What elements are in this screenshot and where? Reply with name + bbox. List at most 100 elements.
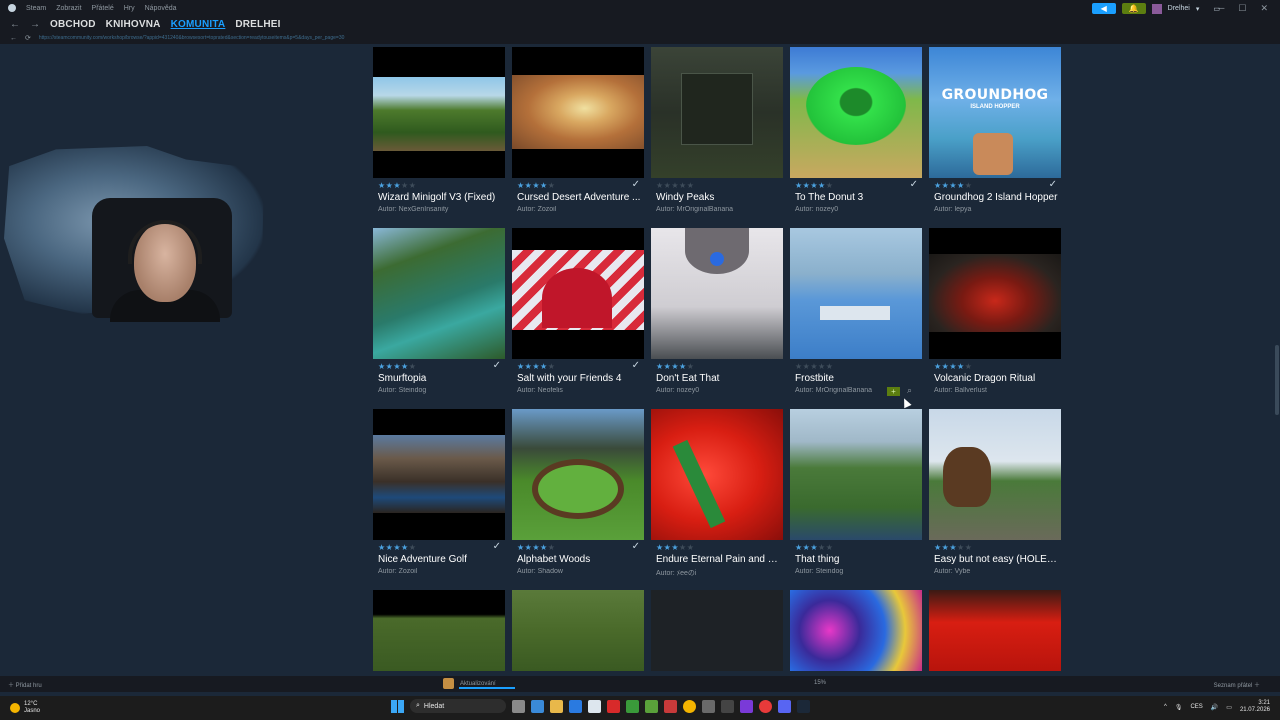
item-title[interactable]: Cursed Desert Adventure ... bbox=[517, 192, 642, 203]
download-status[interactable]: Aktualizování bbox=[443, 678, 515, 689]
item-title[interactable]: Endure Eternal Pain and S... bbox=[656, 554, 781, 565]
item-thumbnail[interactable] bbox=[512, 590, 644, 671]
menu-friends[interactable]: Přátelé bbox=[92, 5, 114, 12]
media-icon[interactable] bbox=[645, 699, 658, 713]
item-thumbnail[interactable] bbox=[651, 590, 783, 671]
file-explorer-icon[interactable] bbox=[550, 699, 563, 713]
menu-steam[interactable]: Steam bbox=[26, 5, 46, 12]
nvidia-icon[interactable] bbox=[626, 699, 639, 713]
item-title[interactable]: Wizard Minigolf V3 (Fixed) bbox=[378, 192, 503, 203]
weather-widget[interactable]: 12°C Jasno bbox=[10, 701, 40, 715]
item-thumbnail[interactable]: GROUNDHOG ISLAND HOPPER bbox=[929, 47, 1061, 178]
windows-start-icon[interactable] bbox=[391, 699, 404, 713]
taskbar-search[interactable]: ⌕ Hledat bbox=[410, 699, 506, 713]
back-icon[interactable]: ← bbox=[10, 35, 17, 42]
item-thumbnail[interactable] bbox=[373, 47, 505, 178]
notification-bell-icon[interactable]: 🔔 bbox=[1121, 3, 1146, 14]
steam-icon[interactable] bbox=[797, 699, 810, 713]
clock-time[interactable]: 3:21 bbox=[1258, 700, 1270, 706]
add-game-button[interactable]: ＋ Přidat hru bbox=[8, 680, 42, 689]
microphone-icon[interactable]: 🎙 bbox=[1175, 704, 1183, 711]
tab-store[interactable]: OBCHOD bbox=[50, 19, 96, 30]
workshop-item[interactable]: ★★★★★ That thing Autor: Steindog bbox=[790, 409, 922, 583]
back-arrow-icon[interactable]: ← bbox=[10, 19, 20, 30]
item-title[interactable]: Don't Eat That bbox=[656, 373, 781, 384]
item-author[interactable]: Autor: Steindog bbox=[378, 387, 503, 394]
item-author[interactable]: Autor: lepya bbox=[934, 206, 1059, 213]
item-title[interactable]: Smurftopia bbox=[378, 373, 503, 384]
workshop-item[interactable]: ★★★★★ Windy Peaks Autor: MrOriginalBanan… bbox=[651, 47, 783, 221]
item-title[interactable]: Salt with your Friends 4 bbox=[517, 373, 642, 384]
url-text[interactable]: https://steamcommunity.com/workshop/brow… bbox=[39, 35, 345, 41]
item-title[interactable]: Nice Adventure Golf bbox=[378, 554, 503, 565]
item-thumbnail[interactable] bbox=[790, 228, 922, 359]
workshop-item[interactable] bbox=[512, 590, 644, 671]
item-thumbnail[interactable] bbox=[651, 409, 783, 540]
task-view-icon[interactable] bbox=[512, 699, 525, 713]
chevron-up-icon[interactable]: ^ bbox=[1164, 704, 1167, 710]
chrome-icon[interactable] bbox=[683, 699, 696, 713]
workshop-item[interactable] bbox=[651, 590, 783, 671]
workshop-item[interactable] bbox=[929, 590, 1061, 671]
workshop-item[interactable]: ★★★★★ Endure Eternal Pain and S... Autor… bbox=[651, 409, 783, 583]
item-thumbnail[interactable] bbox=[373, 590, 505, 671]
maximize-icon[interactable]: ☐ bbox=[1238, 3, 1246, 14]
item-thumbnail[interactable] bbox=[373, 228, 505, 359]
workshop-item[interactable]: ★★★★★ ✓ To The Donut 3 Autor: nozey0 bbox=[790, 47, 922, 221]
item-title[interactable]: Alphabet Woods bbox=[517, 554, 642, 565]
item-title[interactable]: That thing bbox=[795, 554, 920, 565]
workshop-item[interactable]: ★★★★★ ✓ Alphabet Woods Autor: Shadow bbox=[512, 409, 644, 583]
workshop-item[interactable]: ★★★★★ Easy but not easy (HOLE-I... Autor… bbox=[929, 409, 1061, 583]
twitch-icon[interactable] bbox=[740, 699, 753, 713]
item-author[interactable]: Autor: Shadow bbox=[517, 568, 642, 575]
tab-library[interactable]: KNIHOVNA bbox=[106, 19, 161, 30]
item-author[interactable]: Autor: Zozoil bbox=[378, 568, 503, 575]
item-thumbnail[interactable] bbox=[512, 228, 644, 359]
workshop-item[interactable]: ★★★★★ ✓ Nice Adventure Golf Autor: Zozoi… bbox=[373, 409, 505, 583]
workshop-item[interactable]: ★★★★★ Wizard Minigolf V3 (Fixed) Autor: … bbox=[373, 47, 505, 221]
item-author[interactable]: Autor: MrOriginalBanana bbox=[656, 206, 781, 213]
workshop-item[interactable]: ★★★★★ Volcanic Dragon Ritual Autor: Ball… bbox=[929, 228, 1061, 402]
item-thumbnail[interactable] bbox=[929, 228, 1061, 359]
account-username[interactable]: Drelhei bbox=[1168, 5, 1190, 12]
item-thumbnail[interactable] bbox=[790, 47, 922, 178]
item-author[interactable]: Autor: NexGenInsanity bbox=[378, 206, 503, 213]
refresh-icon[interactable]: ⟳ bbox=[25, 34, 31, 42]
edge-icon[interactable] bbox=[569, 699, 582, 713]
item-title[interactable]: To The Donut 3 bbox=[795, 192, 920, 203]
item-author[interactable]: Autor: nozey0 bbox=[795, 206, 920, 213]
item-author[interactable]: Autor: MrOriginalBanana bbox=[795, 387, 920, 394]
item-thumbnail[interactable] bbox=[512, 47, 644, 178]
workshop-item[interactable] bbox=[790, 590, 922, 671]
tab-profile[interactable]: DRELHEI bbox=[235, 19, 280, 30]
download-label[interactable]: Aktualizování bbox=[460, 681, 496, 687]
item-thumbnail[interactable] bbox=[929, 590, 1061, 671]
menu-help[interactable]: Nápověda bbox=[145, 5, 177, 12]
close-icon[interactable]: ✕ bbox=[1260, 3, 1268, 14]
volume-icon[interactable]: 🔊 bbox=[1211, 704, 1218, 711]
item-thumbnail[interactable] bbox=[512, 409, 644, 540]
chevron-down-icon[interactable]: ▾ bbox=[1196, 5, 1200, 13]
menu-games[interactable]: Hry bbox=[124, 5, 135, 12]
calculator-icon[interactable] bbox=[702, 699, 715, 713]
discord-icon[interactable] bbox=[778, 699, 791, 713]
store-icon[interactable] bbox=[588, 699, 601, 713]
scrollbar-thumb[interactable] bbox=[1275, 345, 1279, 415]
item-thumbnail[interactable] bbox=[651, 47, 783, 178]
item-thumbnail[interactable] bbox=[790, 409, 922, 540]
search-icon[interactable]: ⌕ bbox=[907, 385, 912, 396]
item-thumbnail[interactable] bbox=[651, 228, 783, 359]
item-thumbnail[interactable] bbox=[929, 409, 1061, 540]
clock[interactable]: 3:21 21.07.2026 bbox=[1240, 700, 1270, 714]
avatar[interactable] bbox=[1151, 3, 1162, 14]
obs-icon[interactable] bbox=[759, 699, 772, 713]
keyboard-language[interactable]: CES bbox=[1190, 704, 1202, 710]
scrollbar[interactable] bbox=[1272, 45, 1280, 675]
workshop-item[interactable]: ★★★★★ ✓ Salt with your Friends 4 Autor: … bbox=[512, 228, 644, 402]
item-author[interactable]: Autor: Ballverlust bbox=[934, 387, 1059, 394]
item-title[interactable]: Easy but not easy (HOLE-I... bbox=[934, 554, 1059, 565]
workshop-item[interactable]: GROUNDHOG ISLAND HOPPER ★★★★★ ✓ Groundho… bbox=[929, 47, 1061, 221]
add-game-label[interactable]: Přidat hru bbox=[16, 683, 42, 689]
workshop-item[interactable]: ★★★★★ Don't Eat That Autor: nozey0 bbox=[651, 228, 783, 402]
big-picture-icon[interactable]: ▭ bbox=[1213, 5, 1220, 13]
